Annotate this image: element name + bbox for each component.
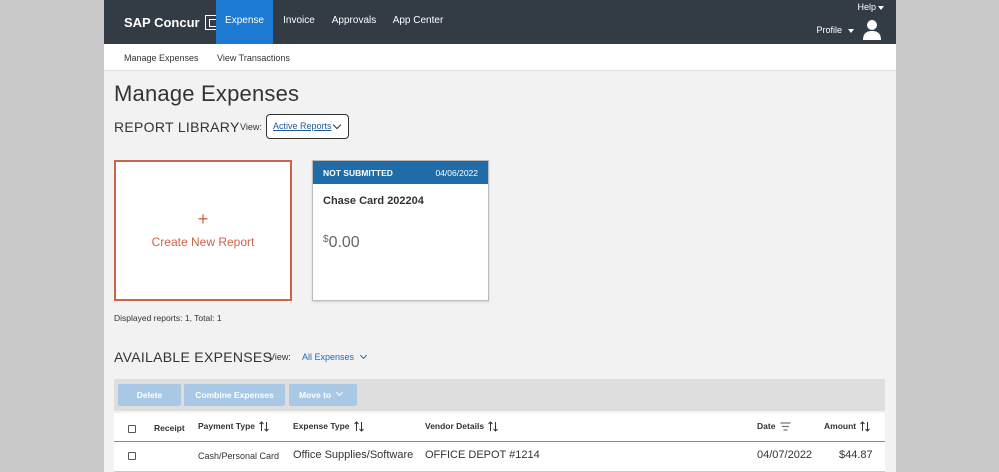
displayed-reports-count: Displayed reports: 1, Total: 1 — [114, 313, 222, 323]
caret-down-icon — [848, 28, 854, 33]
expenses-toolbar: Delete Combine Expenses Move to — [114, 379, 885, 411]
column-date-label: Date — [757, 421, 776, 431]
column-vendor-details-label: Vendor Details — [425, 421, 485, 431]
brand-name: SAP Concur — [124, 14, 200, 30]
select-all-checkbox[interactable] — [128, 425, 136, 433]
report-view-label: View: — [240, 122, 262, 132]
row-date: 04/07/2022 — [757, 449, 813, 461]
report-name: Chase Card 202204 — [323, 195, 424, 207]
row-checkbox[interactable] — [128, 452, 136, 460]
chevron-down-icon — [335, 388, 344, 397]
chevron-down-icon — [332, 120, 342, 130]
help-label: Help — [857, 2, 876, 12]
column-vendor-details[interactable]: Vendor Details — [425, 421, 499, 432]
nav-expense[interactable]: Expense — [216, 0, 273, 44]
column-date[interactable]: Date — [757, 421, 791, 431]
delete-button[interactable]: Delete — [118, 384, 181, 406]
sort-icon — [860, 421, 871, 432]
nav-app-center[interactable]: App Center — [390, 0, 446, 44]
table-row[interactable]: Cash/Personal Card Office Supplies/Softw… — [114, 442, 885, 472]
available-expenses-title: AVAILABLE EXPENSES — [114, 349, 273, 365]
report-view-value: Active Reports — [273, 121, 332, 131]
report-view-dropdown[interactable]: Active Reports — [266, 114, 349, 139]
row-vendor: OFFICE DEPOT #1214 — [425, 449, 540, 461]
page-title: Manage Expenses — [114, 81, 300, 106]
report-amount: $0.00 — [323, 234, 360, 252]
subnav-view-transactions[interactable]: View Transactions — [217, 53, 290, 63]
expenses-table-header: Receipt Payment Type Expense Type Vendor… — [114, 413, 885, 442]
move-to-button[interactable]: Move to — [289, 384, 357, 406]
column-payment-type[interactable]: Payment Type — [198, 421, 270, 432]
create-new-report-label: Create New Report — [151, 235, 255, 249]
plus-icon: + — [197, 209, 209, 229]
column-receipt[interactable]: Receipt — [154, 423, 185, 433]
caret-down-icon — [878, 5, 884, 10]
nav-approvals[interactable]: Approvals — [328, 0, 380, 44]
create-new-report-card[interactable]: + Create New Report — [114, 160, 292, 301]
help-menu[interactable]: Help — [857, 2, 884, 12]
expenses-view-dropdown[interactable]: All Expenses — [302, 351, 368, 362]
nav-invoice[interactable]: Invoice — [276, 0, 322, 44]
column-amount-label: Amount — [824, 421, 857, 431]
column-payment-type-label: Payment Type — [198, 421, 256, 431]
profile-menu[interactable]: Profile — [816, 25, 854, 35]
column-expense-type-label: Expense Type — [293, 421, 350, 431]
app-window: SAP Concur Expense Invoice Approvals App… — [104, 0, 896, 472]
sap-concur-logo[interactable]: SAP Concur — [124, 13, 220, 31]
filter-sort-icon — [780, 422, 791, 431]
row-expense-type: Office Supplies/Software — [293, 449, 414, 461]
report-status: NOT SUBMITTED — [323, 168, 393, 178]
sort-icon — [488, 421, 499, 432]
sort-icon — [354, 421, 364, 432]
sub-navigation: Manage Expenses View Transactions — [104, 44, 896, 71]
combine-expenses-button[interactable]: Combine Expenses — [184, 384, 285, 406]
row-payment-type: Cash/Personal Card — [198, 451, 280, 461]
expenses-view-value: All Expenses — [302, 352, 355, 362]
report-card-header: NOT SUBMITTED 04/06/2022 — [313, 161, 488, 184]
sort-icon — [259, 421, 270, 432]
report-date: 04/06/2022 — [435, 168, 478, 178]
column-amount[interactable]: Amount — [824, 421, 871, 432]
column-expense-type[interactable]: Expense Type — [293, 421, 364, 432]
move-to-label: Move to — [299, 390, 332, 400]
report-card[interactable]: NOT SUBMITTED 04/06/2022 Chase Card 2022… — [312, 160, 489, 301]
report-amount-value: 0.00 — [328, 234, 360, 251]
chevron-down-icon — [359, 351, 368, 360]
user-avatar-icon[interactable] — [862, 19, 882, 40]
subnav-manage-expenses[interactable]: Manage Expenses — [124, 53, 199, 63]
top-navigation-bar: SAP Concur Expense Invoice Approvals App… — [104, 0, 896, 44]
report-library-title: REPORT LIBRARY — [114, 119, 240, 135]
expenses-view-label: View: — [269, 352, 291, 362]
row-amount: $44.87 — [839, 449, 873, 461]
profile-label: Profile — [816, 25, 842, 35]
